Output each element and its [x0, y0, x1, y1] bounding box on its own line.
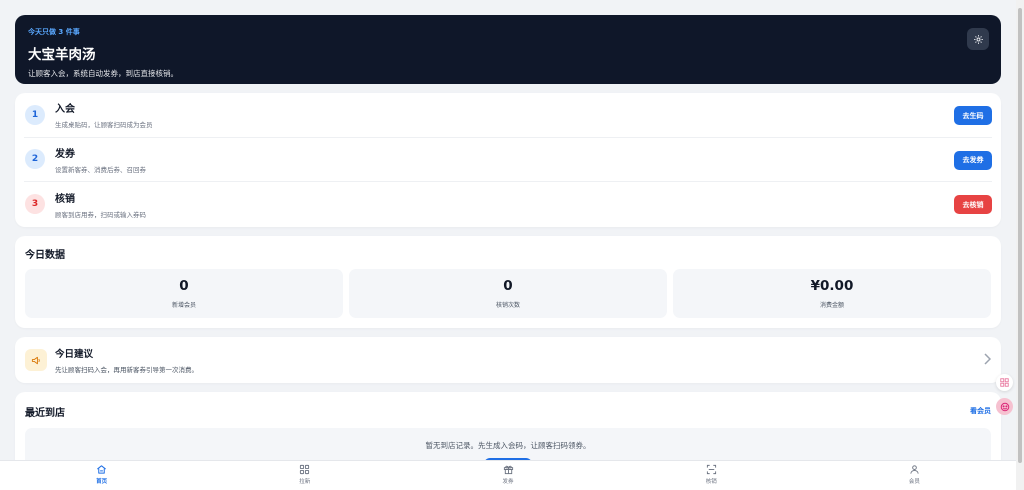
step-title: 入会	[55, 104, 75, 116]
megaphone-icon	[31, 356, 40, 364]
step-number: 3	[25, 194, 45, 215]
view-members-link[interactable]: 看会员	[970, 406, 991, 416]
step-join: 1 入会 生成桌贴码，让顾客扫码成为会员 去生码	[24, 93, 992, 138]
stat-value: 0	[179, 278, 189, 294]
tab-members[interactable]: 会员	[813, 461, 1016, 490]
stat-value: ¥0.00	[810, 278, 854, 294]
stat-value: 0	[503, 278, 513, 294]
floating-assistant-button[interactable]	[996, 398, 1013, 415]
tab-label: 发券	[502, 479, 514, 485]
user-icon	[910, 465, 919, 474]
stat-label: 新增会员	[171, 302, 196, 309]
step-title: 发券	[55, 148, 75, 160]
scan-icon	[706, 464, 716, 475]
empty-text: 暂无到店记录。先生成入会码，让顾客扫码领券。	[425, 441, 591, 450]
assistant-icon	[1000, 402, 1009, 411]
tab-label: 拉新	[299, 479, 311, 485]
home-icon	[97, 465, 107, 474]
step-redeem: 3 核销 顾客到店用券，扫码或输入券码 去核销	[24, 182, 992, 227]
settings-button[interactable]	[967, 28, 989, 50]
chevron-right-icon	[984, 353, 991, 365]
stat-redemptions: 0 核销次数	[349, 269, 667, 318]
step-issue: 2 发券 设置新客券、消费后券、召回券 去发券	[24, 138, 992, 183]
tab-acquire[interactable]: 拉新	[203, 461, 406, 490]
step-desc: 顾客到店用券，扫码或输入券码	[55, 210, 146, 219]
grid-icon	[300, 464, 310, 475]
stat-label: 消费金额	[819, 302, 844, 309]
step-number: 1	[25, 104, 45, 125]
advice-icon-wrap	[25, 349, 47, 371]
bottom-tab-bar: 首页 拉新 发券 核销 会员	[0, 460, 1016, 490]
hero-subtitle: 让顾客入会，系统自动发券，到店直接核销。	[28, 69, 178, 78]
tab-coupons[interactable]: 发券	[406, 461, 609, 490]
today-stats: 今日数据 0 新增会员 0 核销次数 ¥0.00 消费金额	[15, 236, 1001, 328]
floating-tool-button[interactable]	[996, 374, 1013, 391]
stat-new-members: 0 新增会员	[25, 269, 343, 318]
tab-label: 首页	[96, 479, 108, 485]
redeem-button[interactable]: 去核销	[954, 195, 992, 215]
advice-desc: 先让顾客扫码入会，再用新客券引导第一次消费。	[55, 366, 198, 374]
task-steps: 1 入会 生成桌贴码，让顾客扫码成为会员 去生码 2 发券 设置新客券、消费后券…	[15, 93, 1001, 227]
hero-tag: 今天只做 3 件事	[28, 28, 80, 36]
page: 今天只做 3 件事 大宝羊肉汤 让顾客入会，系统自动发券，到店直接核销。 1 入…	[15, 15, 1001, 488]
step-desc: 设置新客券、消费后券、召回券	[55, 165, 146, 174]
page-scrollbar[interactable]	[1016, 0, 1024, 490]
step-title: 核销	[55, 193, 75, 205]
advice-title: 今日建议	[55, 349, 94, 360]
apps-icon	[1000, 378, 1009, 387]
generate-code-button[interactable]: 去生码	[954, 106, 992, 125]
section-title: 今日数据	[25, 250, 65, 261]
issue-coupon-button[interactable]: 去发券	[954, 150, 992, 170]
tab-home[interactable]: 首页	[0, 461, 203, 490]
stat-label: 核销次数	[495, 302, 520, 309]
scrollbar-thumb[interactable]	[1018, 8, 1022, 463]
stat-spend: ¥0.00 消费金额	[673, 269, 991, 318]
tab-label: 核销	[705, 479, 717, 485]
hero-banner: 今天只做 3 件事 大宝羊肉汤 让顾客入会，系统自动发券，到店直接核销。	[15, 15, 1001, 84]
store-name: 大宝羊肉汤	[28, 47, 96, 63]
gear-icon	[973, 34, 983, 44]
tab-label: 会员	[908, 479, 920, 485]
section-title: 最近到店	[25, 408, 65, 419]
step-desc: 生成桌贴码，让顾客扫码成为会员	[55, 121, 153, 130]
step-number: 2	[25, 149, 45, 170]
gift-icon	[503, 465, 513, 475]
tab-redeem[interactable]: 核销	[610, 461, 813, 490]
today-advice[interactable]: 今日建议 先让顾客扫码入会，再用新客券引导第一次消费。	[15, 337, 1001, 383]
